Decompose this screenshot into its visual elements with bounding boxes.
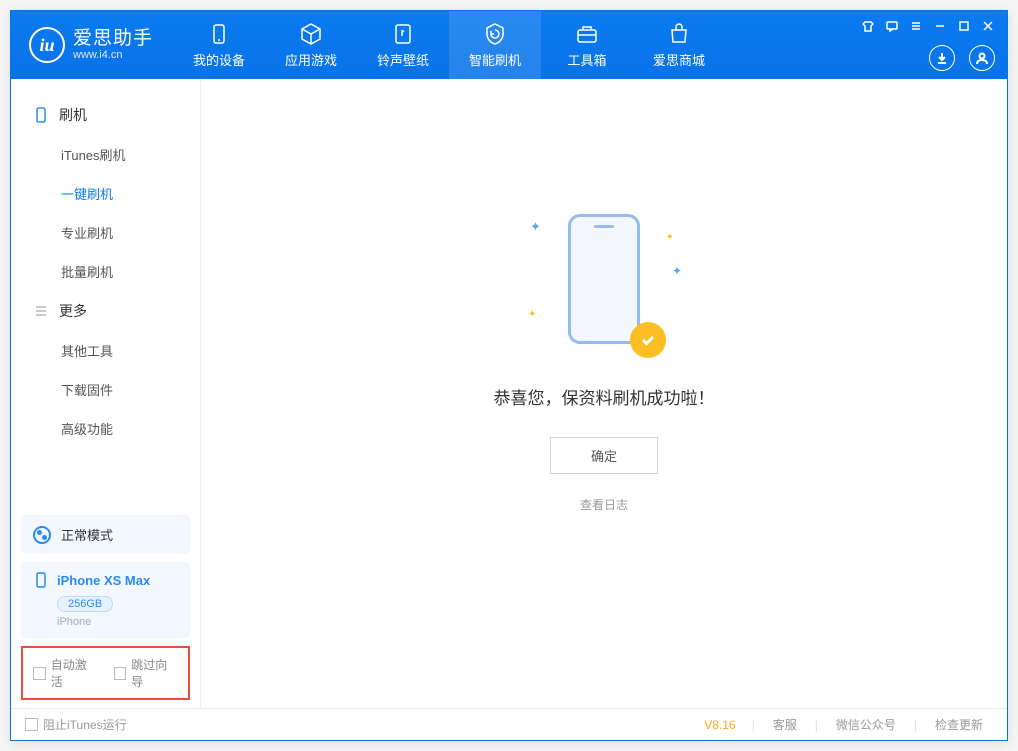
- phone-icon: [33, 572, 49, 588]
- link-support[interactable]: 客服: [763, 716, 807, 733]
- minimize-button[interactable]: [929, 17, 951, 35]
- main-tabs: 我的设备 应用游戏 铃声壁纸 智能刷机 工具箱 爱思商城: [173, 11, 725, 79]
- tab-label: 智能刷机: [469, 50, 521, 69]
- window-controls: [857, 17, 999, 35]
- sparkle-icon: ✦: [530, 219, 541, 235]
- tab-label: 我的设备: [193, 50, 245, 69]
- sidebar-item-pro-flash[interactable]: 专业刷机: [11, 213, 200, 252]
- options-highlight: 自动激活 跳过向导: [21, 646, 190, 700]
- logo: iu 爱思助手 www.i4.cn: [11, 27, 173, 63]
- tab-label: 铃声壁纸: [377, 50, 429, 69]
- link-update[interactable]: 检查更新: [925, 716, 993, 733]
- app-window: iu 爱思助手 www.i4.cn 我的设备 应用游戏 铃声壁纸 智能刷机: [10, 10, 1008, 741]
- tab-toolbox[interactable]: 工具箱: [541, 11, 633, 79]
- shop-icon: [667, 22, 691, 46]
- sparkle-icon: ✦: [666, 232, 674, 243]
- device-info[interactable]: iPhone XS Max 256GB iPhone: [21, 562, 190, 638]
- sidebar-item-advanced[interactable]: 高级功能: [11, 409, 200, 448]
- sidebar-group-more: 更多: [11, 291, 200, 331]
- device-icon: [207, 22, 231, 46]
- sidebar-bottom: 正常模式 iPhone XS Max 256GB iPhone 自动激活: [11, 507, 200, 708]
- version-label: V8.16: [704, 718, 735, 732]
- sidebar-item-download-firmware[interactable]: 下载固件: [11, 370, 200, 409]
- user-button[interactable]: [969, 45, 995, 71]
- sidebar-item-oneclick-flash[interactable]: 一键刷机: [11, 174, 200, 213]
- tab-label: 工具箱: [568, 50, 607, 69]
- tab-flash[interactable]: 智能刷机: [449, 11, 541, 79]
- view-log-link[interactable]: 查看日志: [580, 496, 628, 513]
- app-name: 爱思助手: [73, 29, 153, 50]
- skin-button[interactable]: [857, 17, 879, 35]
- tab-apps-games[interactable]: 应用游戏: [265, 11, 357, 79]
- statusbar: 阻止iTunes运行 V8.16 | 客服 | 微信公众号 | 检查更新: [11, 708, 1007, 740]
- device-type: iPhone: [57, 616, 178, 628]
- device-name: iPhone XS Max: [57, 573, 150, 588]
- checkbox-stop-itunes[interactable]: 阻止iTunes运行: [25, 716, 127, 733]
- tab-my-device[interactable]: 我的设备: [173, 11, 265, 79]
- mode-indicator[interactable]: 正常模式: [21, 515, 190, 554]
- maximize-button[interactable]: [953, 17, 975, 35]
- sidebar-group-flash: 刷机: [11, 95, 200, 135]
- tab-ringtones[interactable]: 铃声壁纸: [357, 11, 449, 79]
- shield-icon: [483, 22, 507, 46]
- device-capacity: 256GB: [57, 596, 113, 612]
- sidebar-item-other-tools[interactable]: 其他工具: [11, 331, 200, 370]
- checkbox-icon: [33, 667, 46, 680]
- cube-icon: [299, 22, 323, 46]
- link-wechat[interactable]: 微信公众号: [826, 716, 906, 733]
- main-content: ✦ ✦ ✦ ✦ 恭喜您，保资料刷机成功啦！ 确定 查看日志: [201, 79, 1007, 708]
- sparkle-icon: ✦: [672, 264, 682, 278]
- phone-icon: [568, 214, 640, 344]
- checkbox-icon: [25, 718, 38, 731]
- tab-label: 应用游戏: [285, 50, 337, 69]
- music-icon: [391, 22, 415, 46]
- download-button[interactable]: [929, 45, 955, 71]
- tab-shop[interactable]: 爱思商城: [633, 11, 725, 79]
- success-message: 恭喜您，保资料刷机成功啦！: [494, 384, 715, 409]
- checkbox-icon: [114, 667, 127, 680]
- titlebar: iu 爱思助手 www.i4.cn 我的设备 应用游戏 铃声壁纸 智能刷机: [11, 11, 1007, 79]
- toolbox-icon: [575, 22, 599, 46]
- success-illustration: ✦ ✦ ✦ ✦: [544, 214, 664, 354]
- statusbar-right: V8.16 | 客服 | 微信公众号 | 检查更新: [704, 716, 993, 733]
- app-website: www.i4.cn: [73, 49, 153, 61]
- sparkle-icon: ✦: [528, 309, 536, 320]
- sidebar-item-itunes-flash[interactable]: iTunes刷机: [11, 135, 200, 174]
- sidebar-item-batch-flash[interactable]: 批量刷机: [11, 252, 200, 291]
- check-icon: [630, 322, 666, 358]
- tab-label: 爱思商城: [653, 50, 705, 69]
- body: 刷机 iTunes刷机 一键刷机 专业刷机 批量刷机 更多 其他工具 下载固件 …: [11, 79, 1007, 708]
- header-actions: [929, 45, 995, 71]
- logo-icon: iu: [29, 27, 65, 63]
- phone-icon: [33, 107, 49, 123]
- close-button[interactable]: [977, 17, 999, 35]
- checkbox-auto-activate[interactable]: 自动激活: [33, 656, 98, 690]
- menu-button[interactable]: [905, 17, 927, 35]
- confirm-button[interactable]: 确定: [550, 437, 658, 474]
- mode-icon: [33, 526, 51, 544]
- sidebar: 刷机 iTunes刷机 一键刷机 专业刷机 批量刷机 更多 其他工具 下载固件 …: [11, 79, 201, 708]
- feedback-button[interactable]: [881, 17, 903, 35]
- list-icon: [33, 303, 49, 319]
- checkbox-skip-guide[interactable]: 跳过向导: [114, 656, 179, 690]
